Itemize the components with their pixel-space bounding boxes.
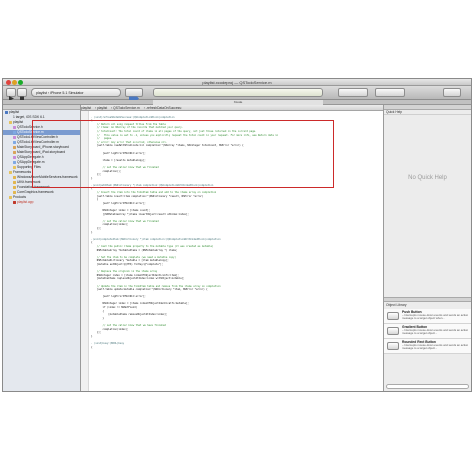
folder-icon <box>9 195 12 199</box>
button-thumbnail-icon <box>387 312 399 320</box>
source-icon <box>13 130 16 134</box>
object-library-list: Push Button – Intercepts mouse-down event… <box>384 309 471 354</box>
library-item[interactable]: Rounded Rect Button – Intercepts mouse-do… <box>384 339 471 354</box>
folder-icon <box>9 120 12 124</box>
text-icon <box>9 116 12 119</box>
window-title: playlist.xcodeproj — QSTodoService.m <box>202 80 272 85</box>
jump-bar-item[interactable]: › playlist <box>95 106 107 110</box>
navigator-item-label: CoreGraphics.framework <box>17 190 54 194</box>
button-thumbnail-icon <box>387 342 399 350</box>
app-icon <box>13 200 16 204</box>
navigator-item-label: QSTodoListViewController.h <box>17 135 58 139</box>
utilities-pane: Quick Help No Quick Help Object Library … <box>383 105 471 391</box>
navigator-item-label: 1 target, iOS SDK 6.1 <box>13 115 45 119</box>
line-gutter <box>81 111 89 391</box>
navigator-item-label: QSTodoService.m <box>17 130 44 134</box>
navigator-item-label: playlist <box>13 120 24 124</box>
navigator-item-label: Supporting Files <box>17 165 41 169</box>
navigator-item-label: MainStoryboard_iPad.storyboard <box>17 150 66 154</box>
editor-mode-control[interactable] <box>338 88 368 97</box>
code-text[interactable]: - (void)refreshDataOnSuccess:(QSCompleti… <box>91 112 381 349</box>
library-filter-input[interactable] <box>386 384 469 389</box>
project-icon <box>5 110 8 114</box>
navigator-item-label: playlist <box>9 110 20 114</box>
source-editor[interactable]: - (void)refreshDataOnSuccess:(QSCompleti… <box>81 111 383 391</box>
navigator-item-label: Frameworks <box>13 170 32 174</box>
library-item[interactable]: Push Button – Intercepts mouse-down event… <box>384 309 471 324</box>
run-button[interactable] <box>6 88 16 101</box>
folder-icon <box>13 165 16 169</box>
xcode-window: playlist.xcodeproj — QSTodoService.m pla… <box>2 78 472 392</box>
title-bar: playlist.xcodeproj — QSTodoService.m <box>3 79 471 86</box>
navigator-item-label: UIKit.framework <box>17 180 41 184</box>
project-navigator: playlist 1 target, iOS SDK 6.1 playlist QST… <box>3 105 81 391</box>
toolbar: playlist › iPhone 5.1 Simulator <box>3 86 471 101</box>
navigator-item-label: QSAppDelegate.h <box>17 155 44 159</box>
framework-icon <box>13 190 16 194</box>
file-icon <box>13 150 16 154</box>
scheme-selector[interactable]: playlist › iPhone 5.1 Simulator <box>31 88 121 97</box>
library-item-description: – Intercepts mouse-down events and sends… <box>402 343 469 351</box>
inspector-tabs[interactable] <box>384 105 471 110</box>
folder-icon <box>9 170 12 174</box>
view-toggle-control[interactable] <box>375 88 405 97</box>
library-item-description: – Intercepts mouse-down events and sends… <box>402 328 469 336</box>
framework-icon <box>13 180 16 184</box>
header-icon <box>13 135 16 139</box>
quick-help-placeholder: No Quick Help <box>408 175 447 181</box>
framework-icon <box>13 175 16 179</box>
framework-icon <box>13 185 16 189</box>
navigator-item-label: playlist.app <box>17 200 34 204</box>
navigator-item-label: WindowsAzureMobileServices.framework <box>17 175 78 179</box>
breakpoints-button[interactable] <box>125 88 143 101</box>
navigator-item-label: QSTodoListViewController.m <box>17 140 59 144</box>
header-icon <box>13 155 16 159</box>
stop-button[interactable] <box>17 88 27 101</box>
code-line: { <box>91 345 93 349</box>
navigator-item-label: QSTodoService.h <box>17 125 43 129</box>
source-icon <box>13 140 16 144</box>
navigator-file-list: playlist 1 target, iOS SDK 6.1 playlist QST… <box>3 110 80 205</box>
organizer-button[interactable] <box>443 88 461 97</box>
source-icon <box>13 160 16 164</box>
library-item-description: – Intercepts mouse-down events and sends… <box>402 313 469 321</box>
jump-bar-item[interactable]: › -refreshDataOnSuccess: <box>144 106 182 110</box>
navigator-item-label: Products <box>13 195 27 199</box>
library-tabs[interactable] <box>384 297 471 302</box>
navigator-item[interactable]: playlist.app <box>3 200 80 205</box>
button-thumbnail-icon <box>387 327 399 335</box>
object-library-header: Object Library <box>386 303 407 307</box>
library-item[interactable]: Gradient Button – Intercepts mouse-down e… <box>384 324 471 339</box>
header-icon <box>13 125 16 129</box>
jump-bar-item[interactable]: › QSTodoService.m <box>111 106 140 110</box>
jump-bar-item[interactable]: playlist <box>81 106 91 110</box>
navigator-item-label: Foundation.framework <box>17 185 50 189</box>
navigator-item-label: MainStoryboard_iPhone.storyboard <box>17 145 69 149</box>
navigator-item-label: QSAppDelegate.m <box>17 160 45 164</box>
file-icon <box>13 145 16 149</box>
activity-viewer <box>153 88 323 97</box>
